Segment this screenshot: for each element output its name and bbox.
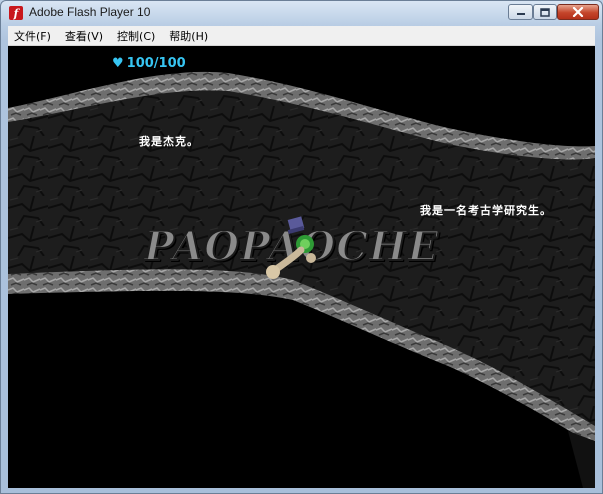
health-value: 100/100 bbox=[126, 56, 186, 71]
menu-bar: 文件(F) 查看(V) 控制(C) 帮助(H) bbox=[8, 26, 595, 46]
dialogue-text-2: 我是一名考古学研究生。 bbox=[420, 204, 552, 217]
lower-rock bbox=[568, 431, 595, 488]
flash-player-icon[interactable]: f bbox=[9, 6, 23, 20]
close-icon bbox=[572, 7, 584, 17]
menu-help[interactable]: 帮助(H) bbox=[163, 28, 214, 44]
window-title: Adobe Flash Player 10 bbox=[29, 5, 151, 19]
flash-player-window: f Adobe Flash Player 10 文件(F) 查看(V) 控制(C… bbox=[0, 0, 603, 494]
title-bar[interactable]: f Adobe Flash Player 10 bbox=[1, 1, 602, 25]
dialogue-text-1: 我是杰克。 bbox=[139, 135, 199, 148]
close-button[interactable] bbox=[557, 4, 599, 20]
menu-view[interactable]: 查看(V) bbox=[59, 28, 109, 44]
maximize-button[interactable] bbox=[533, 4, 557, 20]
health-display: ♥ 100/100 bbox=[112, 56, 186, 71]
game-viewport[interactable]: ♥ 100/100 我是杰克。 我是一名考古学研究生。 PAOPAOCHE bbox=[8, 46, 595, 488]
menu-file[interactable]: 文件(F) bbox=[8, 28, 57, 44]
maximize-icon bbox=[540, 7, 550, 17]
menu-control[interactable]: 控制(C) bbox=[111, 28, 161, 44]
heart-icon: ♥ bbox=[112, 56, 124, 71]
player-character bbox=[266, 216, 316, 279]
minimize-icon bbox=[516, 13, 525, 15]
minimize-button[interactable] bbox=[508, 4, 533, 20]
